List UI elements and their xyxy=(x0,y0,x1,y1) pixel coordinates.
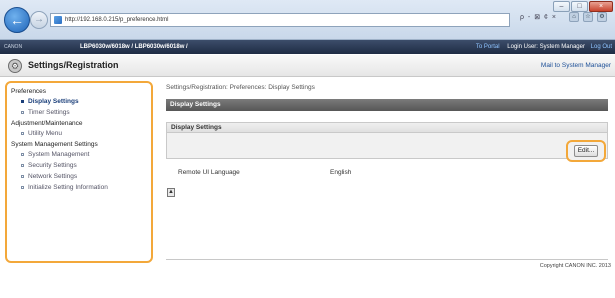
sidebar-group-adjustment-maintenance: Adjustment/Maintenance xyxy=(11,120,83,127)
sidebar-item-label: Initialize Setting Information xyxy=(28,184,108,191)
header-links: To Portal Login User: System Manager Log… xyxy=(476,40,612,54)
setting-value: English xyxy=(330,169,352,176)
sidebar-item-display-settings[interactable]: Display Settings xyxy=(7,96,151,107)
edit-button-highlight: Edit... xyxy=(566,140,606,162)
breadcrumb: Settings/Registration: Preferences: Disp… xyxy=(166,84,315,91)
home-icon[interactable]: ⌂ xyxy=(569,12,579,22)
window-controls: – □ × xyxy=(553,1,613,12)
bullet-icon xyxy=(21,100,24,103)
settings-icon: ⚙ xyxy=(8,59,22,73)
sidebar-item-label: Network Settings xyxy=(28,173,78,180)
bullet-icon xyxy=(21,153,24,156)
close-window-button[interactable]: × xyxy=(589,1,613,12)
sidebar-item-label: Utility Menu xyxy=(28,130,62,137)
copyright-text: Copyright CANON INC. 2013 xyxy=(539,263,611,269)
star-icon[interactable]: ☆ xyxy=(583,12,593,22)
brand-logo: CANON xyxy=(4,44,23,50)
maximize-button[interactable]: □ xyxy=(571,1,588,12)
sidebar-item-utility-menu[interactable]: Utility Menu xyxy=(7,128,151,139)
url-text: http://192.168.0.215/p_preference.html xyxy=(65,17,169,23)
bullet-icon xyxy=(21,164,24,167)
app-title-bar: CANON LBP6030w/6018w / LBP6030w/6018w / … xyxy=(0,40,615,54)
back-button[interactable]: ← xyxy=(4,7,30,33)
page-header: ⚙ Settings/Registration Mail to System M… xyxy=(0,55,615,77)
address-tools[interactable]: ρ - ⊠ ¢ × xyxy=(520,13,557,21)
arrow-up-icon[interactable]: ▲ xyxy=(167,188,175,197)
sidebar-group-preferences: Preferences xyxy=(11,88,47,95)
sidebar-item-timer-settings[interactable]: Timer Settings xyxy=(7,107,151,118)
log-out-link[interactable]: Log Out xyxy=(591,44,612,50)
setting-row-remote-ui-language: Remote UI Language English xyxy=(166,169,610,179)
printer-name: LBP6030w/6018w / LBP6030w/6018w / xyxy=(80,44,188,50)
login-user-text: Login User: System Manager xyxy=(507,44,585,50)
sidebar-item-label: Timer Settings xyxy=(28,109,70,116)
sidebar-item-network-settings[interactable]: Network Settings xyxy=(7,171,151,182)
section-title-bar: Display Settings xyxy=(166,99,608,111)
page-title: Settings/Registration xyxy=(28,60,119,70)
arrow-left-icon: ← xyxy=(10,12,24,28)
bullet-icon xyxy=(21,186,24,189)
content-divider xyxy=(166,259,608,260)
gear-icon[interactable]: ⚙ xyxy=(597,12,607,22)
bullet-icon xyxy=(21,175,24,178)
sidebar-item-label: System Management xyxy=(28,151,90,158)
settings-panel: Display Settings Edit... xyxy=(166,122,608,162)
sidebar-item-security-settings[interactable]: Security Settings xyxy=(7,160,151,171)
to-portal-link[interactable]: To Portal xyxy=(476,44,500,50)
sidebar-group-system-management-settings: System Management Settings xyxy=(11,141,98,148)
address-bar[interactable]: http://192.168.0.215/p_preference.html xyxy=(50,13,510,27)
arrow-right-icon: → xyxy=(34,14,44,25)
browser-toolbar: – □ × ← → http://192.168.0.215/p_prefere… xyxy=(0,0,615,40)
bullet-icon xyxy=(21,132,24,135)
mail-to-system-manager-link[interactable]: Mail to System Manager xyxy=(541,62,611,69)
main-content: Settings/Registration: Preferences: Disp… xyxy=(166,84,610,197)
sidebar-item-system-management[interactable]: System Management xyxy=(7,149,151,160)
page-icon xyxy=(54,16,62,24)
sidebar-item-label: Display Settings xyxy=(28,98,79,105)
browser-toolbar-icons: ⌂ ☆ ⚙ xyxy=(569,12,607,22)
setting-label: Remote UI Language xyxy=(178,169,240,176)
edit-button[interactable]: Edit... xyxy=(574,145,598,157)
forward-button[interactable]: → xyxy=(30,11,48,29)
sidebar-item-initialize-setting-information[interactable]: Initialize Setting Information xyxy=(7,182,151,193)
minimize-button[interactable]: – xyxy=(553,1,570,12)
bullet-icon xyxy=(21,111,24,114)
panel-title: Display Settings xyxy=(167,123,607,133)
sidebar-menu: Preferences Display Settings Timer Setti… xyxy=(5,81,153,263)
sidebar-item-label: Security Settings xyxy=(28,162,77,169)
